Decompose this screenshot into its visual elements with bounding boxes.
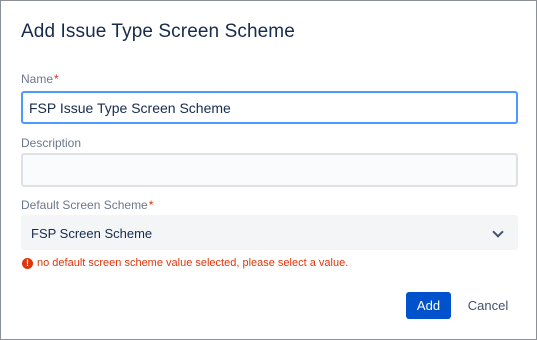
name-required-marker: * (54, 72, 59, 86)
default-screen-scheme-selected-value: FSP Screen Scheme (31, 226, 153, 241)
error-icon: ! (22, 257, 33, 269)
name-label-text: Name (21, 72, 54, 86)
cancel-button[interactable]: Cancel (459, 292, 517, 319)
description-label: Description (21, 136, 82, 150)
default-screen-scheme-error: ! no default screen scheme value selecte… (22, 257, 348, 269)
add-issue-type-screen-scheme-dialog: Add Issue Type Screen Scheme Name* FSP I… (0, 0, 537, 340)
dialog-title: Add Issue Type Screen Scheme (21, 21, 295, 42)
name-input[interactable]: FSP Issue Type Screen Scheme (21, 91, 518, 124)
chevron-down-icon (492, 226, 504, 238)
default-screen-scheme-select[interactable]: FSP Screen Scheme (21, 215, 518, 250)
error-message: no default screen scheme value selected,… (37, 257, 349, 269)
description-input[interactable] (21, 153, 518, 187)
default-screen-scheme-label: Default Screen Scheme* (21, 198, 153, 212)
name-label: Name* (21, 72, 59, 86)
default-screen-scheme-label-text: Default Screen Scheme (21, 198, 148, 212)
add-button[interactable]: Add (406, 292, 451, 319)
default-screen-scheme-required-marker: * (148, 198, 154, 212)
